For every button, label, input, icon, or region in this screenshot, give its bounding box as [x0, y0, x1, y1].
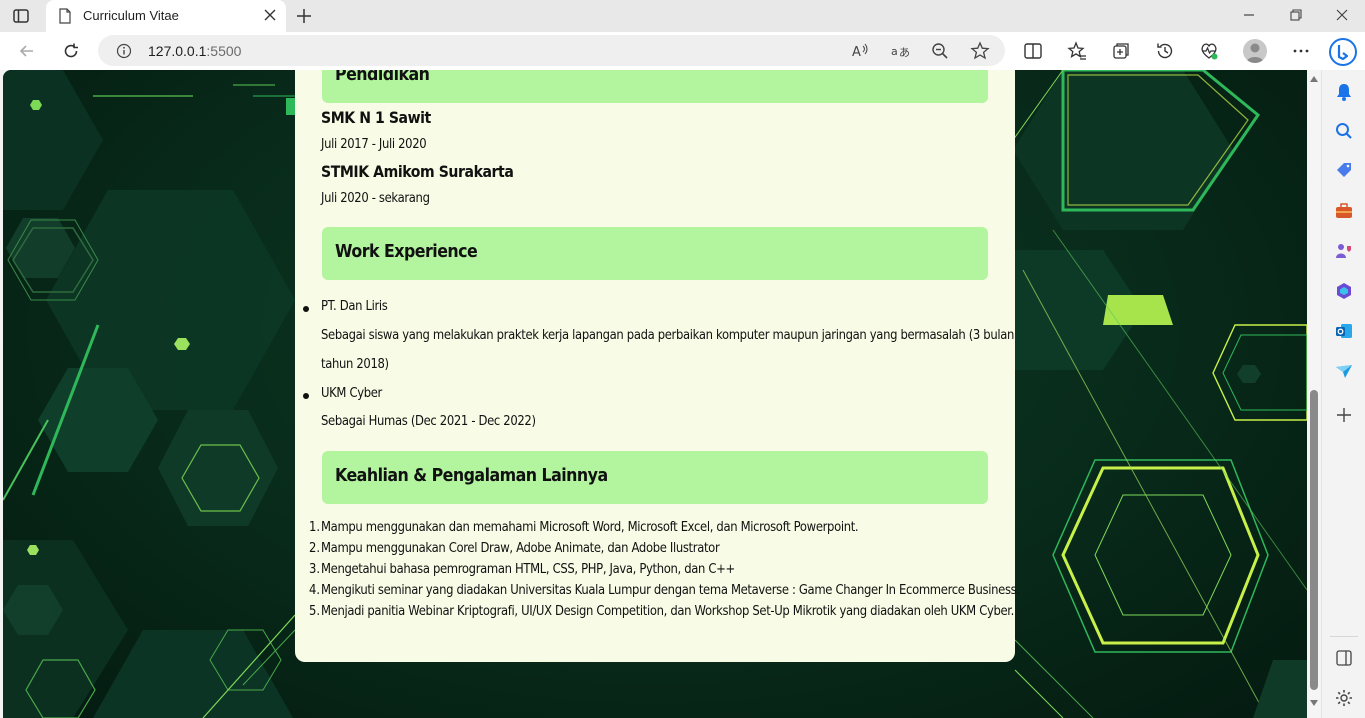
tab-bar: Curriculum Vitae	[0, 0, 1365, 32]
minimize-icon[interactable]	[1242, 8, 1256, 22]
list-bullet	[303, 306, 309, 312]
education-period: Juli 2020 - sekarang	[321, 190, 430, 206]
favorites-icon[interactable]	[1067, 41, 1087, 61]
skill-item: Menjadi panitia Webinar Kriptografi, UI/…	[321, 603, 1015, 619]
list-number: 1.	[309, 519, 321, 535]
work-description: Sebagai siswa yang melakukan praktek ker…	[321, 327, 1015, 343]
scroll-up-icon[interactable]	[1310, 76, 1318, 82]
outlook-icon[interactable]	[1334, 321, 1354, 341]
refresh-icon[interactable]	[61, 41, 81, 61]
list-number: 2.	[309, 540, 321, 556]
education-header: Pendidikan	[322, 70, 988, 103]
work-description: tahun 2018)	[321, 356, 389, 372]
skills-header: Keahlian & Pengalaman Lainnya	[322, 451, 988, 504]
skills-title: Keahlian & Pengalaman Lainnya	[335, 465, 608, 486]
page-viewport: Pendidikan SMK N 1 Sawit Juli 2017 - Jul…	[3, 70, 1307, 718]
page-icon	[59, 8, 71, 24]
add-icon[interactable]	[1334, 405, 1354, 425]
microsoft-365-icon[interactable]	[1334, 281, 1354, 301]
notifications-icon[interactable]	[1334, 82, 1354, 102]
svg-text:a: a	[891, 45, 898, 58]
restore-icon[interactable]	[1289, 8, 1303, 22]
split-screen-icon[interactable]	[1023, 41, 1043, 61]
work-header: Work Experience	[322, 227, 988, 280]
close-tab-icon[interactable]	[264, 9, 276, 21]
work-company: PT. Dan Liris	[321, 298, 388, 314]
skill-item: Mampu menggunakan dan memahami Microsoft…	[321, 519, 859, 535]
url-host: 127.0.0.1	[148, 43, 207, 59]
games-icon[interactable]	[1334, 241, 1354, 261]
skill-item: Mampu menggunakan Corel Draw, Adobe Anim…	[321, 540, 720, 556]
svg-text:あ: あ	[899, 46, 910, 59]
work-title: Work Experience	[335, 241, 478, 262]
education-period: Juli 2017 - Juli 2020	[321, 136, 427, 152]
tools-briefcase-icon[interactable]	[1334, 201, 1354, 221]
new-tab-icon[interactable]	[295, 7, 313, 25]
sidebar-divider	[1330, 636, 1358, 637]
work-description: Sebagai Humas (Dec 2021 - Dec 2022)	[321, 413, 536, 429]
skill-item: Mengetahui bahasa pemrograman HTML, CSS,…	[321, 561, 735, 577]
back-icon[interactable]	[17, 41, 37, 61]
performance-icon[interactable]	[1199, 41, 1219, 61]
search-icon[interactable]	[1334, 121, 1354, 141]
list-number: 5.	[309, 603, 321, 619]
collections-icon[interactable]	[1111, 41, 1131, 61]
url-text[interactable]: 127.0.0.1:5500	[148, 43, 241, 59]
url-port: :5500	[206, 43, 242, 59]
read-aloud-icon[interactable]: A	[850, 41, 870, 61]
education-school: SMK N 1 Sawit	[321, 108, 431, 127]
profile-avatar[interactable]	[1243, 39, 1267, 63]
tab-actions-icon[interactable]	[12, 7, 30, 25]
site-info-icon[interactable]	[116, 43, 132, 59]
browser-toolbar: 127.0.0.1:5500 A a あ	[0, 32, 1365, 70]
svg-text:A: A	[852, 45, 861, 60]
settings-gear-icon[interactable]	[1334, 688, 1354, 708]
scroll-down-icon[interactable]	[1310, 700, 1318, 706]
education-title: Pendidikan	[335, 70, 430, 85]
more-options-icon[interactable]	[1291, 41, 1311, 61]
cv-card: Pendidikan SMK N 1 Sawit Juli 2017 - Jul…	[295, 70, 1020, 662]
list-number: 3.	[309, 561, 321, 577]
sidebar-toggle-icon[interactable]	[1334, 648, 1354, 668]
list-bullet	[303, 393, 309, 399]
list-number: 4.	[309, 582, 321, 598]
education-school: STMIK Amikom Surakarta	[321, 162, 514, 181]
profile-icon	[1246, 43, 1264, 63]
active-tab[interactable]: Curriculum Vitae	[46, 0, 286, 32]
tab-title: Curriculum Vitae	[83, 8, 179, 23]
history-icon[interactable]	[1155, 41, 1175, 61]
scroll-thumb[interactable]	[1310, 390, 1318, 690]
translate-icon[interactable]: a あ	[890, 41, 910, 61]
zoom-out-icon[interactable]	[930, 41, 950, 61]
favorite-star-icon[interactable]	[970, 41, 990, 61]
shopping-tag-icon[interactable]	[1334, 161, 1354, 181]
page-scrollbar[interactable]	[1307, 70, 1321, 718]
send-drop-icon[interactable]	[1334, 361, 1354, 381]
work-company: UKM Cyber	[321, 385, 382, 401]
copilot-icon[interactable]	[1328, 37, 1358, 67]
skill-item: Mengikuti seminar yang diadakan Universi…	[321, 582, 1020, 598]
close-window-icon[interactable]	[1335, 8, 1349, 22]
edge-sidebar	[1321, 70, 1365, 718]
